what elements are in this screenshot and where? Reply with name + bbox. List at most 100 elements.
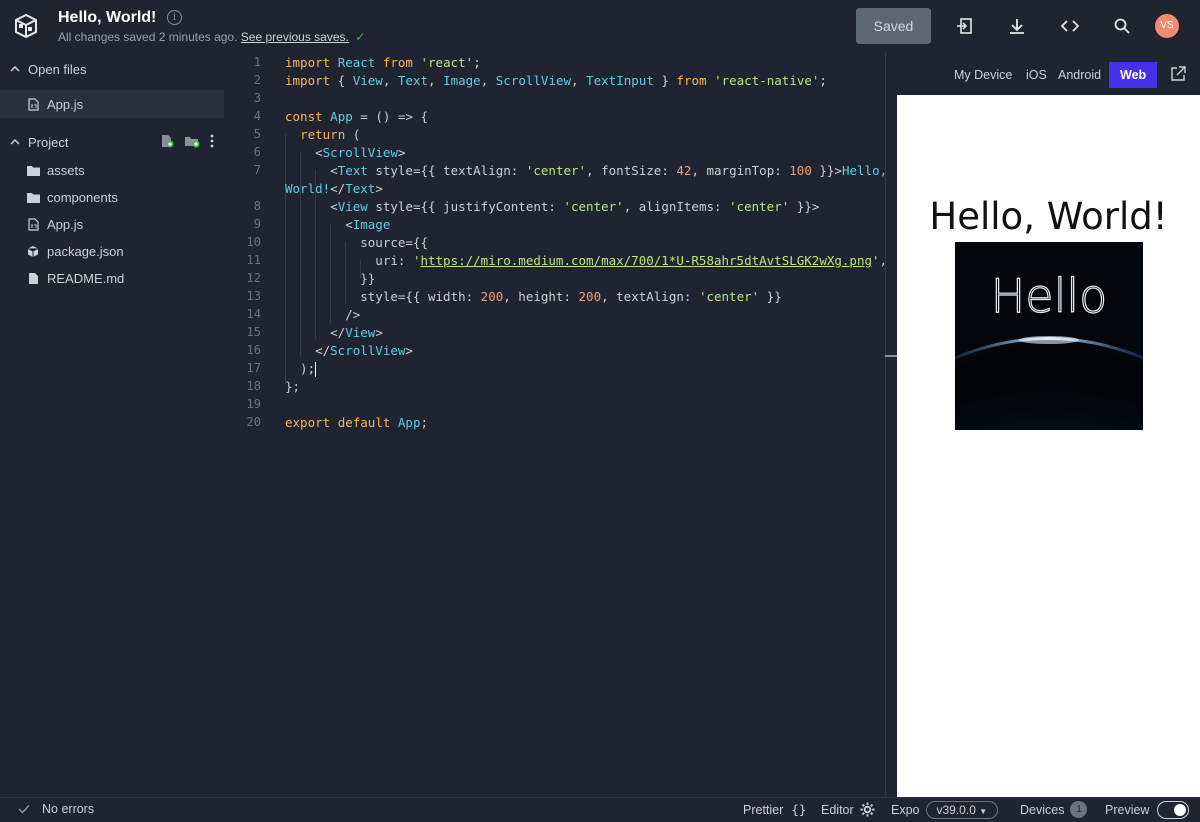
previous-saves-link[interactable]: See previous saves.: [241, 30, 349, 44]
pane-divider[interactable]: [885, 52, 886, 797]
code-line: <ScrollView>: [285, 145, 406, 160]
project-item-label: components: [47, 189, 118, 205]
saved-button[interactable]: Saved: [856, 8, 931, 44]
tab-android[interactable]: Android: [1052, 62, 1107, 88]
search-icon[interactable]: [1110, 14, 1134, 38]
tab-web[interactable]: Web: [1109, 62, 1158, 88]
line-number: 10: [246, 235, 261, 249]
line-number: 8: [253, 199, 261, 213]
open-files-label: Open files: [28, 61, 87, 77]
open-file-item[interactable]: App.js: [0, 90, 224, 118]
line-number: 11: [246, 253, 261, 267]
more-options-icon[interactable]: [210, 134, 214, 151]
preview-switch[interactable]: [1157, 801, 1190, 819]
prettier-label: Prettier: [743, 802, 784, 817]
line-number: 15: [246, 325, 261, 339]
line-number: 12: [246, 271, 261, 285]
tab-my-device[interactable]: My Device: [948, 62, 1018, 88]
document-icon: [26, 271, 40, 285]
folder-icon: [26, 163, 40, 177]
code-line: export default App;: [285, 415, 429, 430]
check-icon: ✓: [355, 30, 366, 44]
code-line: uri: 'https://miro.medium.com/max/700/1*…: [285, 253, 888, 268]
prettier-toggle[interactable]: Prettier {}: [743, 802, 806, 817]
user-avatar[interactable]: VS: [1155, 14, 1179, 38]
code-line: };: [285, 379, 301, 394]
tab-ios[interactable]: iOS: [1020, 62, 1053, 88]
project-item-assets[interactable]: assets: [0, 156, 224, 184]
preview-label: Preview: [1105, 803, 1150, 817]
chevron-up-icon: [10, 138, 20, 145]
editor-settings[interactable]: Editor: [821, 802, 875, 817]
preview-hello-text: Hello, World!: [929, 195, 1168, 238]
code-editor[interactable]: 1 2 3 4 5 6 7 8 9 10 11 12 13 14 15 16 17 18 19 20 import R…: [224, 52, 888, 797]
top-bar: Hello, World! i All changes saved 2 minu…: [0, 0, 1200, 52]
line-number: 14: [246, 307, 261, 321]
line-number: 16: [246, 343, 261, 357]
project-title[interactable]: Hello, World!: [58, 9, 156, 27]
expo-label: Expo: [891, 803, 920, 817]
status-bar: No errors Prettier {} Editor Expo v39.0.…: [0, 797, 1200, 822]
project-item-components[interactable]: components: [0, 183, 224, 211]
embed-code-icon[interactable]: [1058, 14, 1082, 38]
line-number: 5: [253, 127, 261, 141]
project-item-package-json[interactable]: package.json: [0, 237, 224, 265]
download-icon[interactable]: [1005, 14, 1029, 38]
package-icon: [26, 244, 40, 258]
check-icon: [18, 804, 30, 814]
chevron-up-icon: [10, 65, 20, 72]
file-sidebar: Open files App.js Project assets compone…: [0, 52, 224, 797]
devices-label: Devices: [1020, 802, 1065, 817]
line-number: 6: [253, 145, 261, 159]
code-line: }}: [285, 271, 376, 286]
code-line: );: [285, 361, 317, 377]
info-icon[interactable]: i: [167, 10, 182, 25]
project-item-app-js[interactable]: App.js: [0, 210, 224, 238]
devices-count-badge: 1: [1070, 801, 1088, 818]
errors-status[interactable]: No errors: [18, 802, 94, 816]
add-file-icon[interactable]: [160, 134, 174, 151]
code-line: const App = () => {: [285, 109, 429, 124]
save-status-text: All changes saved 2 minutes ago.: [58, 30, 238, 44]
sdk-version-select[interactable]: v39.0.0 ▼: [925, 801, 999, 819]
line-number: 17: [246, 361, 261, 375]
js-file-icon: [26, 97, 40, 111]
devices-status[interactable]: Devices 1: [1020, 801, 1088, 818]
code-line: source={{: [285, 235, 428, 250]
code-line: <Text style={{ textAlign: 'center', font…: [285, 163, 888, 178]
project-item-readme[interactable]: README.md: [0, 264, 224, 292]
project-item-label: package.json: [47, 243, 124, 259]
folder-icon: [26, 190, 40, 204]
snack-logo-icon[interactable]: [12, 12, 40, 40]
project-actions: [160, 128, 214, 156]
line-number: 2: [253, 73, 261, 87]
line-number: 3: [253, 91, 261, 105]
image-hello-text: Hello: [991, 269, 1108, 323]
project-header[interactable]: Project: [0, 128, 224, 156]
project-item-label: App.js: [47, 216, 84, 232]
code-line: />: [285, 307, 361, 322]
errors-label: No errors: [42, 802, 95, 816]
preview-tabs: My Device iOS Android Web: [886, 52, 1200, 95]
open-files-header[interactable]: Open files: [0, 55, 224, 83]
code-line: </View>: [285, 325, 383, 340]
line-number: 1: [253, 55, 261, 69]
js-file-icon: [26, 217, 40, 231]
code-line: <View style={{ justifyContent: 'center',…: [285, 199, 820, 214]
expo-version[interactable]: Expo v39.0.0 ▼: [891, 801, 999, 819]
resize-handle[interactable]: [885, 355, 897, 357]
project-item-label: assets: [47, 162, 85, 178]
code-line: style={{ width: 200, height: 200, textAl…: [285, 289, 782, 304]
open-in-new-icon[interactable]: [953, 14, 977, 38]
editor-label: Editor: [821, 802, 854, 817]
external-link-icon[interactable]: [1170, 66, 1186, 82]
code-line: World!</Text>: [285, 181, 383, 196]
project-label: Project: [28, 134, 69, 150]
web-preview-screen[interactable]: Hello, World! Hello: [897, 95, 1200, 797]
add-folder-icon[interactable]: [184, 134, 200, 151]
code-line: return (: [300, 127, 361, 142]
braces-icon: {}: [791, 802, 807, 817]
line-number: 19: [246, 397, 261, 411]
preview-toggle[interactable]: Preview: [1105, 801, 1190, 819]
save-status: All changes saved 2 minutes ago. See pre…: [58, 30, 365, 44]
